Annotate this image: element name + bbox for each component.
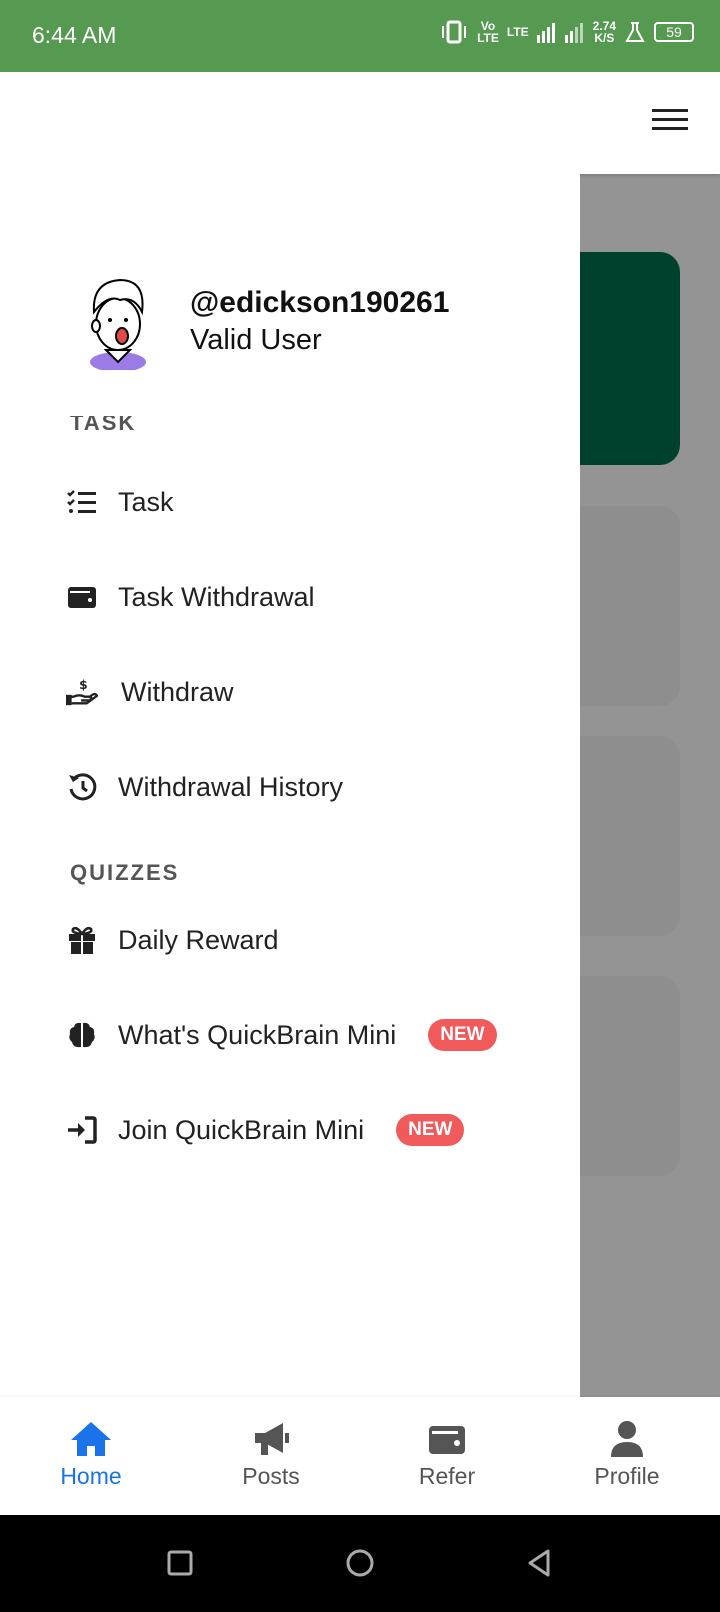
new-badge: NEW: [428, 1019, 497, 1051]
hand-holding-dollar-icon: $: [66, 676, 98, 708]
section-header-task: TASK: [70, 416, 136, 436]
list-check-icon: [66, 486, 98, 518]
nav-profile[interactable]: Profile: [537, 1397, 717, 1515]
section-header-quizzes: QUIZZES: [70, 860, 180, 885]
menu-item-whats-quickbrain-mini[interactable]: What's QuickBrain Mini NEW: [66, 1007, 526, 1063]
nav-profile-label: Profile: [594, 1463, 660, 1489]
menu-item-whats-quickbrain-mini-label: What's QuickBrain Mini: [118, 1019, 397, 1050]
drawer-scrim[interactable]: [580, 174, 720, 1397]
menu-item-withdrawal-history-label: Withdrawal History: [118, 771, 344, 802]
volte-indicator: Vo LTE: [477, 19, 499, 45]
nav-home-label: Home: [60, 1463, 122, 1489]
network-speed: 2.74 K/S: [592, 19, 616, 45]
status-time: 6:44 AM: [32, 22, 117, 48]
section-header-task-label: TASK: [70, 416, 137, 435]
menu-item-daily-reward[interactable]: Daily Reward: [66, 912, 526, 968]
battery-indicator: 59: [654, 22, 694, 42]
hamburger-menu-icon[interactable]: [652, 103, 688, 139]
sign-in-icon: [66, 1114, 98, 1146]
gift-icon: [66, 924, 98, 956]
home-icon: [69, 1419, 113, 1459]
battery-level: 59: [666, 24, 682, 40]
svg-text:$: $: [79, 678, 88, 692]
recent-apps-icon[interactable]: [162, 1545, 198, 1581]
lte-indicator: LTE: [506, 25, 529, 39]
menu-item-join-quickbrain-mini-label: Join QuickBrain Mini: [118, 1114, 365, 1145]
nav-posts-label: Posts: [242, 1463, 300, 1489]
nav-refer-label: Refer: [418, 1463, 476, 1489]
new-badge: NEW: [396, 1114, 465, 1146]
signal-2-icon: [564, 23, 583, 43]
vibrate-icon: [442, 20, 467, 44]
user-icon: [605, 1419, 649, 1459]
history-icon: [66, 771, 98, 803]
status-bar: 6:44 AM Vo LTE LTE 2.74 K/S 59: [0, 0, 720, 72]
menu-item-task-label: Task: [118, 486, 174, 517]
menu-item-task[interactable]: Task: [66, 474, 526, 530]
user-status: Valid User: [190, 324, 322, 356]
flask-icon: [625, 22, 645, 42]
brain-icon: [66, 1019, 98, 1051]
menu-item-withdrawal-history[interactable]: Withdrawal History: [66, 759, 526, 815]
nav-refer[interactable]: Refer: [357, 1397, 537, 1515]
wallet-icon: [66, 581, 98, 613]
menu-item-withdraw[interactable]: $ Withdraw: [66, 664, 526, 720]
bottom-navigation: Home Posts Refer Profile: [0, 1397, 720, 1515]
avatar: [90, 278, 146, 370]
menu-item-task-withdrawal-label: Task Withdrawal: [118, 581, 315, 612]
menu-item-daily-reward-label: Daily Reward: [118, 924, 279, 955]
status-icons: Vo LTE LTE 2.74 K/S 59: [439, 20, 694, 44]
system-navigation-bar: [0, 1515, 720, 1612]
home-circle-icon[interactable]: [342, 1545, 378, 1581]
username: @edickson190261: [190, 286, 450, 319]
menu-item-withdraw-label: Withdraw: [121, 676, 234, 707]
wallet-icon: [425, 1419, 469, 1459]
megaphone-icon: [249, 1419, 293, 1459]
menu-item-join-quickbrain-mini[interactable]: Join QuickBrain Mini NEW: [66, 1102, 526, 1158]
navigation-drawer: @edickson190261 Valid User TASK Task Tas…: [0, 72, 580, 1397]
nav-posts[interactable]: Posts: [181, 1397, 361, 1515]
menu-item-task-withdrawal[interactable]: Task Withdrawal: [66, 569, 526, 625]
nav-home[interactable]: Home: [1, 1397, 181, 1515]
back-icon[interactable]: [522, 1545, 558, 1581]
signal-icon: [536, 23, 555, 43]
